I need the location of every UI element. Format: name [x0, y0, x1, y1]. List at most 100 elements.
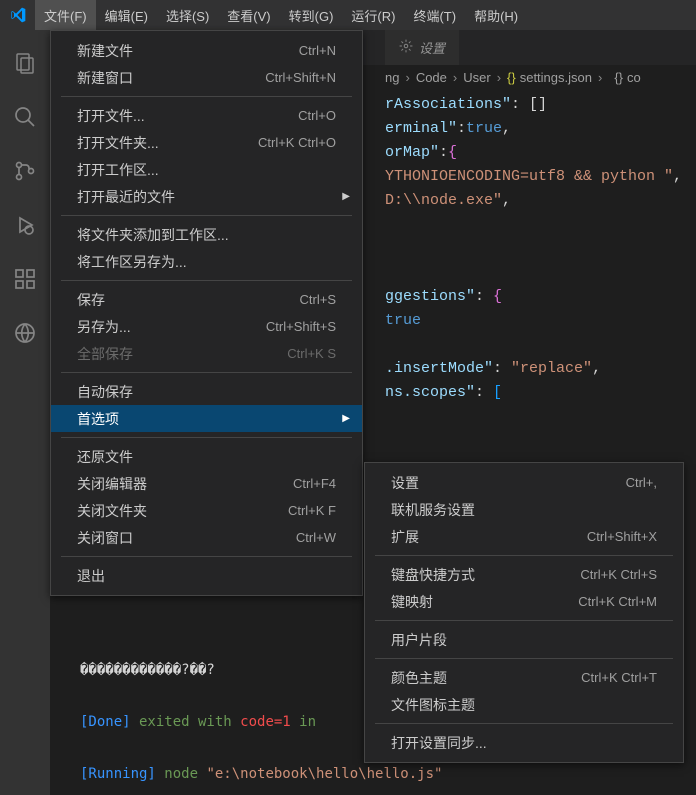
- menu-item[interactable]: 键映射Ctrl+K Ctrl+M: [365, 588, 683, 615]
- menu-item-label: 将工作区另存为...: [77, 252, 187, 272]
- menu-item-shortcut: Ctrl+K Ctrl+O: [258, 135, 336, 150]
- menu-item[interactable]: 设置 Ctrl+,: [365, 469, 683, 496]
- explorer-icon[interactable]: [0, 38, 50, 88]
- extensions-icon[interactable]: [0, 254, 50, 304]
- menu-item-label: 保存: [77, 290, 105, 310]
- menubar-item[interactable]: 选择(S): [157, 0, 218, 30]
- chevron-right-icon: ›: [453, 70, 457, 85]
- tab-settings[interactable]: 设置: [385, 30, 460, 65]
- menu-item-shortcut: Ctrl+K Ctrl+S: [580, 567, 657, 582]
- object-icon: {}: [614, 70, 623, 85]
- menu-item[interactable]: 自动保存: [51, 378, 362, 405]
- chevron-right-icon: ▶: [342, 413, 350, 424]
- menubar-item[interactable]: 终端(T): [404, 0, 465, 30]
- preferences-submenu: 设置 Ctrl+, 联机服务设置扩展Ctrl+Shift+X 键盘快捷方式Ctrl+K…: [364, 462, 684, 763]
- menu-item-shortcut: Ctrl+K F: [288, 503, 336, 518]
- menu-item-shortcut: Ctrl+W: [296, 530, 336, 545]
- menu-item-shortcut: Ctrl+F4: [293, 476, 336, 491]
- menu-item[interactable]: 关闭窗口 Ctrl+W: [51, 524, 362, 551]
- chevron-right-icon: ›: [405, 70, 409, 85]
- menu-separator: [61, 215, 352, 216]
- menu-item-label: 设置: [391, 473, 419, 493]
- menu-item-shortcut: Ctrl+O: [298, 108, 336, 123]
- menu-item[interactable]: 打开文件...Ctrl+O: [51, 102, 362, 129]
- menu-item[interactable]: 键盘快捷方式Ctrl+K Ctrl+S: [365, 561, 683, 588]
- menu-item-label: 自动保存: [77, 382, 133, 402]
- menu-item[interactable]: 打开最近的文件▶: [51, 183, 362, 210]
- menu-item-shortcut: Ctrl+N: [299, 43, 336, 58]
- titlebar: 文件(F)编辑(E)选择(S)查看(V)转到(G)运行(R)终端(T)帮助(H): [0, 0, 696, 30]
- menu-item[interactable]: 联机服务设置: [365, 496, 683, 523]
- menu-item-label: 关闭窗口: [77, 528, 133, 548]
- menu-item[interactable]: 退出: [51, 562, 362, 589]
- activitybar: [0, 30, 50, 795]
- menu-item: 全部保存 Ctrl+K S: [51, 340, 362, 367]
- run-debug-icon[interactable]: [0, 200, 50, 250]
- menu-item[interactable]: 打开工作区...: [51, 156, 362, 183]
- crumb-seg[interactable]: co: [627, 70, 641, 85]
- menu-separator: [375, 620, 673, 621]
- menu-separator: [61, 96, 352, 97]
- chevron-right-icon: ›: [598, 70, 602, 85]
- menu-item-shortcut: Ctrl+S: [300, 292, 336, 307]
- menu-separator: [375, 555, 673, 556]
- menu-separator: [61, 556, 352, 557]
- menu-item[interactable]: 关闭文件夹Ctrl+K F: [51, 497, 362, 524]
- menu-item[interactable]: 首选项 ▶: [51, 405, 362, 432]
- search-icon[interactable]: [0, 92, 50, 142]
- file-menu: 新建文件Ctrl+N新建窗口Ctrl+Shift+N打开文件...Ctrl+O打…: [50, 30, 363, 596]
- menu-item-label: 扩展: [391, 527, 419, 547]
- menu-item[interactable]: 打开设置同步...: [365, 729, 683, 756]
- menubar-item[interactable]: 运行(R): [342, 0, 404, 30]
- menu-item-label: 另存为...: [77, 317, 131, 337]
- json-file-icon: {}: [507, 70, 516, 85]
- menubar-item[interactable]: 查看(V): [218, 0, 279, 30]
- menu-item-label: 打开最近的文件: [77, 187, 175, 207]
- crumb-seg[interactable]: Code: [416, 70, 447, 85]
- menu-item-label: 首选项: [77, 409, 119, 429]
- crumb-file[interactable]: settings.json: [520, 70, 592, 85]
- menubar-item[interactable]: 编辑(E): [96, 0, 157, 30]
- menu-item[interactable]: 新建窗口 Ctrl+Shift+N: [51, 64, 362, 91]
- crumb-seg[interactable]: ng: [385, 70, 399, 85]
- menu-item[interactable]: 打开文件夹...Ctrl+K Ctrl+O: [51, 129, 362, 156]
- menu-item[interactable]: 新建文件 Ctrl+N: [51, 37, 362, 64]
- menu-item-label: 退出: [77, 566, 105, 586]
- menu-separator: [375, 658, 673, 659]
- menu-item-shortcut: Ctrl+K Ctrl+T: [581, 670, 657, 685]
- menu-item-label: 联机服务设置: [391, 500, 475, 520]
- menubar-item[interactable]: 帮助(H): [465, 0, 527, 30]
- menu-item[interactable]: 颜色主题 Ctrl+K Ctrl+T: [365, 664, 683, 691]
- menu-item-label: 文件图标主题: [391, 695, 475, 715]
- menu-item-label: 颜色主题: [391, 668, 447, 688]
- gear-icon: [399, 39, 413, 56]
- menu-item[interactable]: 扩展Ctrl+Shift+X: [365, 523, 683, 550]
- menu-item-label: 关闭编辑器: [77, 474, 147, 494]
- menu-item-shortcut: Ctrl+,: [626, 475, 657, 490]
- crumb-seg[interactable]: User: [463, 70, 490, 85]
- menu-item[interactable]: 用户片段: [365, 626, 683, 653]
- menu-item-label: 键映射: [391, 592, 433, 612]
- menu-item[interactable]: 还原文件: [51, 443, 362, 470]
- menu-item-label: 全部保存: [77, 344, 133, 364]
- menu-item-shortcut: Ctrl+Shift+S: [266, 319, 336, 334]
- menu-item[interactable]: 保存 Ctrl+S: [51, 286, 362, 313]
- menu-item-label: 新建文件: [77, 41, 133, 61]
- menu-item-label: 用户片段: [391, 630, 447, 650]
- menu-item-label: 打开工作区...: [77, 160, 159, 180]
- menu-item[interactable]: 关闭编辑器 Ctrl+F4: [51, 470, 362, 497]
- menu-item-label: 还原文件: [77, 447, 133, 467]
- menu-item-shortcut: Ctrl+K S: [287, 346, 336, 361]
- menubar-item[interactable]: 转到(G): [280, 0, 343, 30]
- menu-item-shortcut: Ctrl+Shift+N: [265, 70, 336, 85]
- menu-item[interactable]: 将工作区另存为...: [51, 248, 362, 275]
- source-control-icon[interactable]: [0, 146, 50, 196]
- menu-item-label: 打开设置同步...: [391, 733, 487, 753]
- menu-item[interactable]: 文件图标主题: [365, 691, 683, 718]
- chevron-right-icon: ›: [497, 70, 501, 85]
- menu-item-label: 新建窗口: [77, 68, 133, 88]
- menu-item[interactable]: 另存为... Ctrl+Shift+S: [51, 313, 362, 340]
- menu-item[interactable]: 将文件夹添加到工作区...: [51, 221, 362, 248]
- menubar-item[interactable]: 文件(F): [35, 0, 96, 30]
- remote-icon[interactable]: [0, 308, 50, 358]
